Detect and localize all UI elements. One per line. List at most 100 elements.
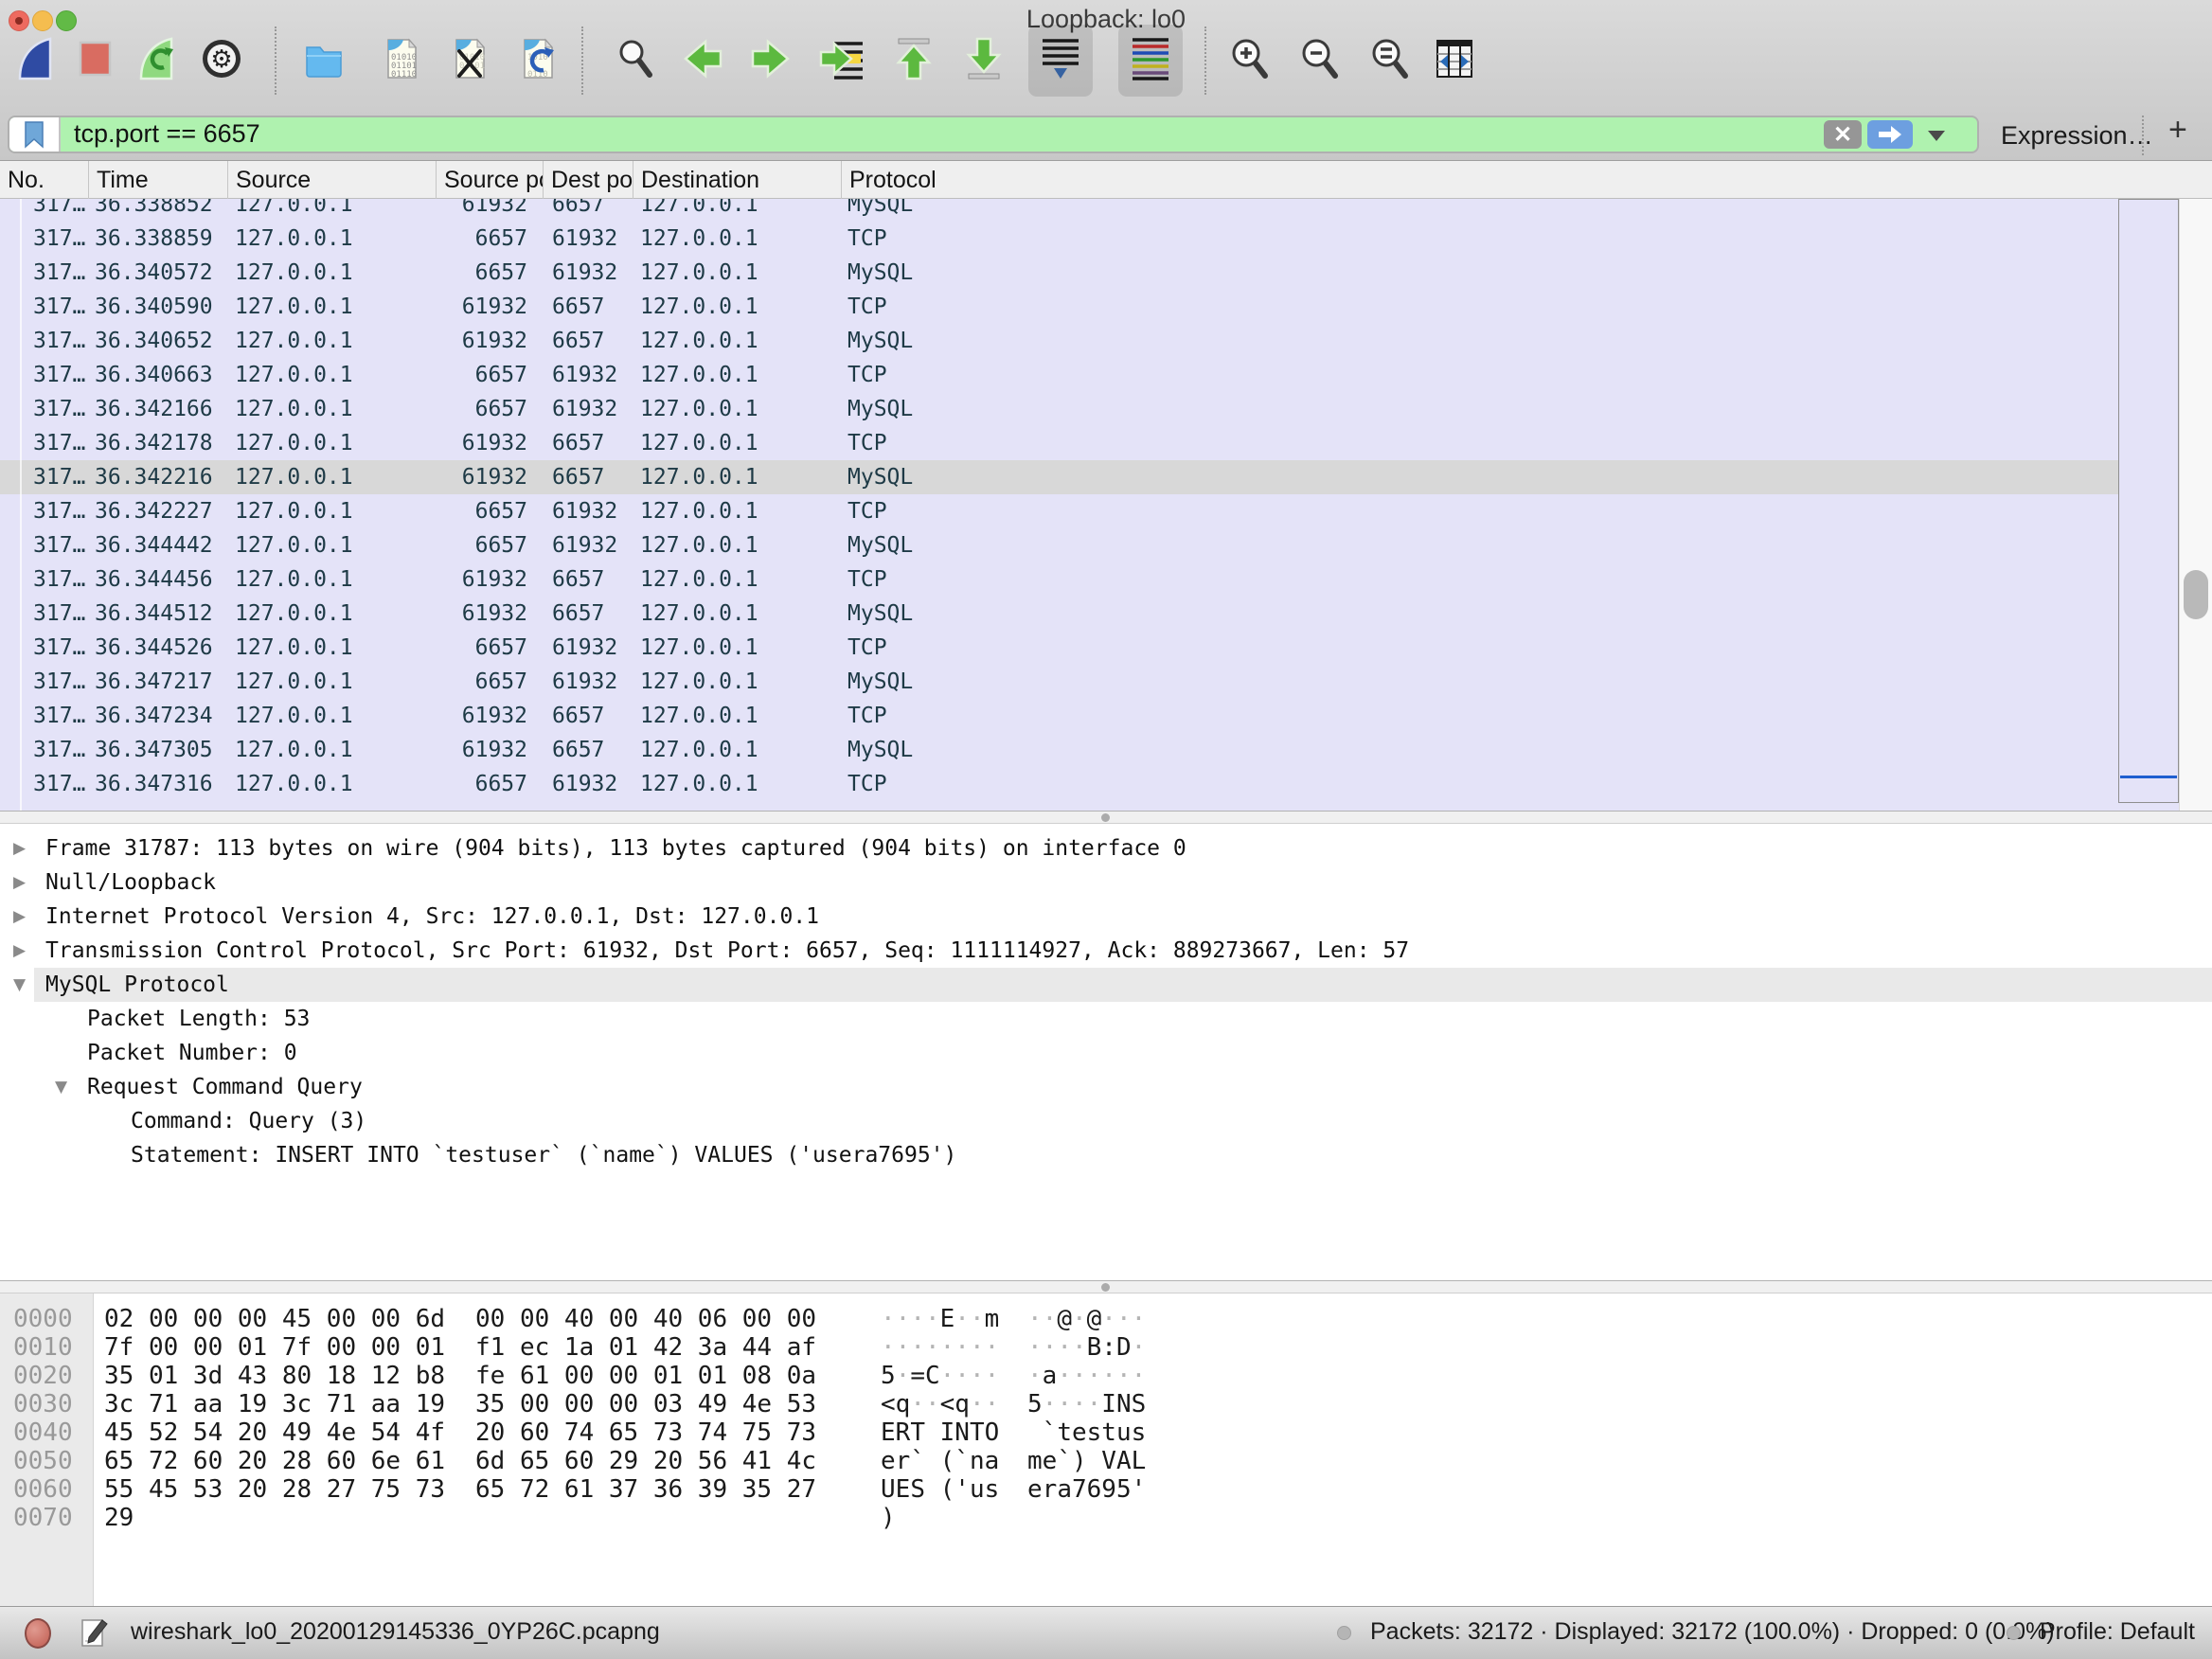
previous-packet-button[interactable] <box>680 38 725 83</box>
packet-row[interactable]: 317…36.347234127.0.0.1619326657127.0.0.1… <box>0 699 2118 733</box>
filter-apply-button[interactable] <box>1867 120 1913 149</box>
apply-arrow-icon <box>1876 123 1904 146</box>
hex-dump-pane: 000002 00 00 00 45 00 00 6d00 00 40 00 4… <box>0 1293 2212 1606</box>
cell-src: 127.0.0.1 <box>227 597 436 631</box>
packet-row[interactable]: 317…36.344526127.0.0.1665761932127.0.0.1… <box>0 631 2118 665</box>
packet-row[interactable]: 317…36.338852127.0.0.1619326657127.0.0.1… <box>0 199 2118 222</box>
cell-dport: 6657 <box>543 699 633 733</box>
detail-row[interactable]: ▼Request Command Query <box>0 1070 2212 1104</box>
packet-row[interactable]: 317…36.344456127.0.0.1619326657127.0.0.1… <box>0 562 2118 597</box>
resize-columns-button[interactable] <box>1432 38 1477 83</box>
expert-info-icon[interactable] <box>25 1618 51 1649</box>
column-header-time[interactable]: Time <box>88 161 227 199</box>
expression-button[interactable]: Expression… <box>2001 121 2153 151</box>
packet-row[interactable]: 317…36.344512127.0.0.1619326657127.0.0.1… <box>0 597 2118 631</box>
cell-time: 36.342178 <box>88 426 227 460</box>
detail-row[interactable]: ▶Internet Protocol Version 4, Src: 127.0… <box>0 900 2212 934</box>
open-file-button[interactable] <box>301 38 347 83</box>
display-filter-input[interactable]: tcp.port == 6657 ✕ <box>8 116 1979 153</box>
detail-row[interactable]: ▶Frame 31787: 113 bytes on wire (904 bit… <box>0 831 2212 865</box>
collapse-triangle-icon[interactable]: ▼ <box>55 1070 67 1104</box>
zoom-out-button[interactable] <box>1297 38 1343 83</box>
splitter-grip-icon <box>1101 1283 1110 1292</box>
column-header-protocol[interactable]: Protocol <box>841 161 2118 199</box>
save-file-button[interactable]: 010100110101110 <box>379 38 424 83</box>
hex-row[interactable]: 00107f 00 00 01 7f 00 00 01f1 ec 1a 01 4… <box>0 1333 2212 1362</box>
auto-scroll-toggle[interactable] <box>1038 38 1083 83</box>
green-arrow-right-icon <box>748 36 794 86</box>
packet-row[interactable]: 317…36.342178127.0.0.1619326657127.0.0.1… <box>0 426 2118 460</box>
packet-row[interactable]: 317…36.347217127.0.0.1665761932127.0.0.1… <box>0 665 2118 699</box>
packet-row[interactable]: 317…36.347316127.0.0.1665761932127.0.0.1… <box>0 767 2118 801</box>
expand-triangle-icon[interactable]: ▶ <box>13 831 26 865</box>
packet-row[interactable]: 317…36.340663127.0.0.1665761932127.0.0.1… <box>0 358 2118 392</box>
column-header-destination[interactable]: Destination <box>633 161 841 199</box>
packet-row[interactable]: 317…36.347305127.0.0.1619326657127.0.0.1… <box>0 733 2118 767</box>
detail-row[interactable]: Statement: INSERT INTO `testuser` (`name… <box>0 1138 2212 1172</box>
reload-file-button[interactable]: 10100110 <box>515 38 561 83</box>
column-header-source-port[interactable]: Source port <box>436 161 543 199</box>
last-packet-button[interactable] <box>961 38 1007 83</box>
cell-no: 317… <box>0 256 88 290</box>
colorize-toggle[interactable] <box>1128 38 1173 83</box>
column-header-source[interactable]: Source <box>227 161 436 199</box>
zoom-reset-button[interactable] <box>1367 38 1413 83</box>
packet-row[interactable]: 317…36.342216127.0.0.1619326657127.0.0.1… <box>0 460 2118 494</box>
list-details-splitter[interactable] <box>0 811 2212 824</box>
hex-row[interactable]: 00303c 71 aa 19 3c 71 aa 1935 00 00 00 0… <box>0 1390 2212 1418</box>
detail-row[interactable]: Command: Query (3) <box>0 1104 2212 1138</box>
filter-history-caret[interactable] <box>1928 131 1945 141</box>
first-packet-button[interactable] <box>891 38 937 83</box>
close-file-button[interactable]: 0101001101 <box>447 38 492 83</box>
restart-capture-button[interactable] <box>133 38 178 83</box>
cell-dport: 61932 <box>543 665 633 699</box>
filter-clear-button[interactable]: ✕ <box>1824 120 1862 149</box>
add-filter-button[interactable]: + <box>2168 112 2187 149</box>
packet-row[interactable]: 317…36.344442127.0.0.1665761932127.0.0.1… <box>0 528 2118 562</box>
hex-offset: 0010 <box>13 1333 73 1362</box>
collapse-triangle-icon[interactable]: ▼ <box>13 968 26 1002</box>
capture-options-button[interactable]: ⚙ <box>199 38 244 83</box>
detail-row[interactable]: ▶ Transmission Control Protocol, Src Port… <box>0 934 2212 968</box>
detail-row[interactable]: Packet Number: 0 <box>0 1036 2212 1070</box>
column-header-no-[interactable]: No. <box>0 161 88 199</box>
packet-row[interactable]: 317…36.342166127.0.0.1665761932127.0.0.1… <box>0 392 2118 426</box>
packet-row[interactable]: 317…36.340590127.0.0.1619326657127.0.0.1… <box>0 290 2118 324</box>
packet-list-scrollbar[interactable] <box>2179 199 2212 811</box>
packet-row[interactable]: 317…36.338859127.0.0.1665761932127.0.0.1… <box>0 222 2118 256</box>
expand-triangle-icon[interactable]: ▶ <box>13 934 26 968</box>
cell-no: 317… <box>0 290 88 324</box>
packet-row[interactable]: 317…36.340572127.0.0.1665761932127.0.0.1… <box>0 256 2118 290</box>
hex-row[interactable]: 000002 00 00 00 45 00 00 6d00 00 40 00 4… <box>0 1305 2212 1333</box>
stop-capture-button[interactable] <box>72 38 117 83</box>
hex-row[interactable]: 005065 72 60 20 28 60 6e 616d 65 60 29 2… <box>0 1447 2212 1475</box>
filter-bookmark-button[interactable] <box>9 117 61 152</box>
hex-row[interactable]: 007029) <box>0 1504 2212 1532</box>
cell-no: 317… <box>0 699 88 733</box>
packet-row[interactable]: 317…36.340652127.0.0.1619326657127.0.0.1… <box>0 324 2118 358</box>
hex-row[interactable]: 004045 52 54 20 49 4e 54 4f20 60 74 65 7… <box>0 1418 2212 1447</box>
detail-text: Transmission Control Protocol, Src Port:… <box>45 934 1409 968</box>
next-packet-button[interactable] <box>748 38 794 83</box>
expand-triangle-icon[interactable]: ▶ <box>13 900 26 934</box>
profile-text[interactable]: Profile: Default <box>2040 1618 2195 1646</box>
hex-bytes: 00 00 40 00 40 06 00 00 <box>475 1305 816 1333</box>
packet-row[interactable]: 317…36.342227127.0.0.1665761932127.0.0.1… <box>0 494 2118 528</box>
go-to-packet-button[interactable] <box>819 38 865 83</box>
expand-triangle-icon[interactable]: ▶ <box>13 865 26 900</box>
cell-src: 127.0.0.1 <box>227 528 436 562</box>
hex-row[interactable]: 002035 01 3d 43 80 18 12 b8fe 61 00 00 0… <box>0 1362 2212 1390</box>
detail-row[interactable]: ▶Null/Loopback <box>0 865 2212 900</box>
details-hex-splitter[interactable] <box>0 1280 2212 1293</box>
start-capture-button[interactable] <box>11 38 57 83</box>
detail-row[interactable]: ▼MySQL Protocol <box>0 968 2212 1002</box>
column-header-dest-port[interactable]: Dest port <box>543 161 633 199</box>
zoom-in-button[interactable] <box>1227 38 1273 83</box>
hex-row[interactable]: 006055 45 53 20 28 27 75 7365 72 61 37 3… <box>0 1475 2212 1504</box>
intelligent-scrollbar-minimap[interactable] <box>2118 199 2179 803</box>
toolbar-separator <box>581 27 583 95</box>
scrollbar-thumb[interactable] <box>2184 570 2208 619</box>
detail-row[interactable]: Packet Length: 53 <box>0 1002 2212 1036</box>
capture-comment-icon[interactable] <box>80 1616 108 1653</box>
find-packet-button[interactable] <box>614 38 659 83</box>
